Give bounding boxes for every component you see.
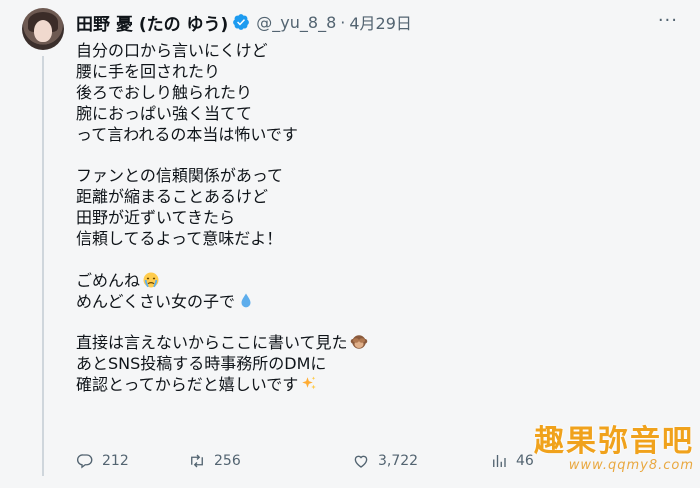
like-count: 3,722: [378, 453, 419, 469]
retweet-button[interactable]: 256: [188, 452, 241, 470]
retweet-icon: [191, 454, 203, 468]
see-no-evil-monkey-emoji: [350, 333, 368, 351]
tweet-line: ファンとの信頼関係があって: [76, 166, 616, 187]
tweet-line: 距離が縮まることあるけど: [76, 187, 616, 208]
tweet-line: って言われるの本当は怖いです: [76, 125, 616, 146]
tweet-line-text: ごめんね: [76, 270, 141, 290]
tweet-line: ごめんね: [76, 271, 616, 292]
tweet-line: めんどくさい女の子で: [76, 292, 616, 313]
tweet-line-text: あとSNS投稿する時事務所のDMに: [76, 354, 327, 374]
tweet-date[interactable]: 4月29日: [349, 10, 412, 34]
tweet-line-text: 直接は言えないからここに書いて見た: [76, 333, 348, 353]
crying-face-emoji: [142, 271, 160, 289]
tweet-line-text: 後ろでおしり触られたり: [76, 82, 253, 102]
tweet-line-text: 田野が近ずいてきたら: [76, 208, 236, 228]
tweet-line-text: 腕におっぱい強く当てて: [76, 103, 253, 123]
tweet-line: 腕におっぱい強く当てて: [76, 104, 616, 125]
reply-count: 212: [102, 453, 129, 469]
tweet-line-text: めんどくさい女の子で: [76, 291, 236, 311]
tweet-line: 自分の口から言いにくけど: [76, 41, 616, 62]
tweet-line-text: 信頼してるよって意味だよ！: [76, 229, 283, 249]
tweet-line: あとSNS投稿する時事務所のDMに: [76, 354, 616, 375]
reply-icon: [76, 454, 93, 469]
tweet-line: 腰に手を回されたり: [76, 62, 616, 83]
reply-button[interactable]: 212: [76, 452, 129, 470]
views-count: 46: [516, 453, 534, 469]
tweet-line: 確認とってからだと嬉しいです: [76, 375, 616, 396]
heart-icon: [354, 455, 368, 468]
watermark-url: www.qqmy8.com: [568, 458, 694, 473]
tweet-line: 後ろでおしり触られたり: [76, 83, 616, 104]
views-chart-icon: [493, 455, 506, 467]
tweet-line-text: 距離が縮まることあるけど: [76, 187, 269, 207]
avatar-face: [34, 20, 52, 42]
tweet-line: 直接は言えないからここに書いて見た: [76, 333, 616, 354]
views-button[interactable]: 46: [490, 452, 534, 470]
verified-badge-icon: [233, 14, 250, 30]
more-options-icon[interactable]: ···: [658, 10, 678, 31]
tweet-text: 自分の口から言いにくけど 腰に手を回されたり 後ろでおしり触られたり 腕におっぱい強く…: [76, 41, 616, 396]
tweet-line: 田野が近ずいてきたら: [76, 208, 616, 229]
thread-line: [42, 56, 44, 476]
tweet-line-text: 自分の口から言いにくけど: [76, 41, 268, 60]
like-button[interactable]: 3,722: [352, 452, 418, 470]
tweet-card: 田野 憂 (たの ゆう) @_yu_8_8 · 4月29日 ··· 自分の口から…: [0, 0, 700, 488]
watermark-title: 趣果弥音吧: [534, 424, 694, 459]
author-name[interactable]: 田野 憂 (たの ゆう): [76, 10, 228, 35]
sparkles-emoji: [300, 375, 318, 393]
watermark: 趣果弥音吧 www.qqmy8.com: [534, 424, 694, 473]
author-handle[interactable]: @_yu_8_8: [256, 13, 336, 32]
tweet-line-text: ファンとの信頼関係があって: [76, 166, 284, 186]
header-separator: ·: [340, 12, 346, 32]
tweet-line: 信頼してるよって意味だよ！: [76, 229, 616, 250]
tweet-header: 田野 憂 (たの ゆう) @_yu_8_8 · 4月29日: [76, 10, 412, 35]
retweet-count: 256: [214, 453, 241, 469]
tweet-line-text: って言われるの本当は怖いです: [76, 124, 298, 144]
droplet-emoji: [237, 292, 255, 310]
tweet-line-text: 確認とってからだと嬉しいです: [76, 375, 299, 395]
avatar[interactable]: [22, 8, 64, 50]
tweet-line-text: 腰に手を回されたり: [76, 61, 221, 81]
